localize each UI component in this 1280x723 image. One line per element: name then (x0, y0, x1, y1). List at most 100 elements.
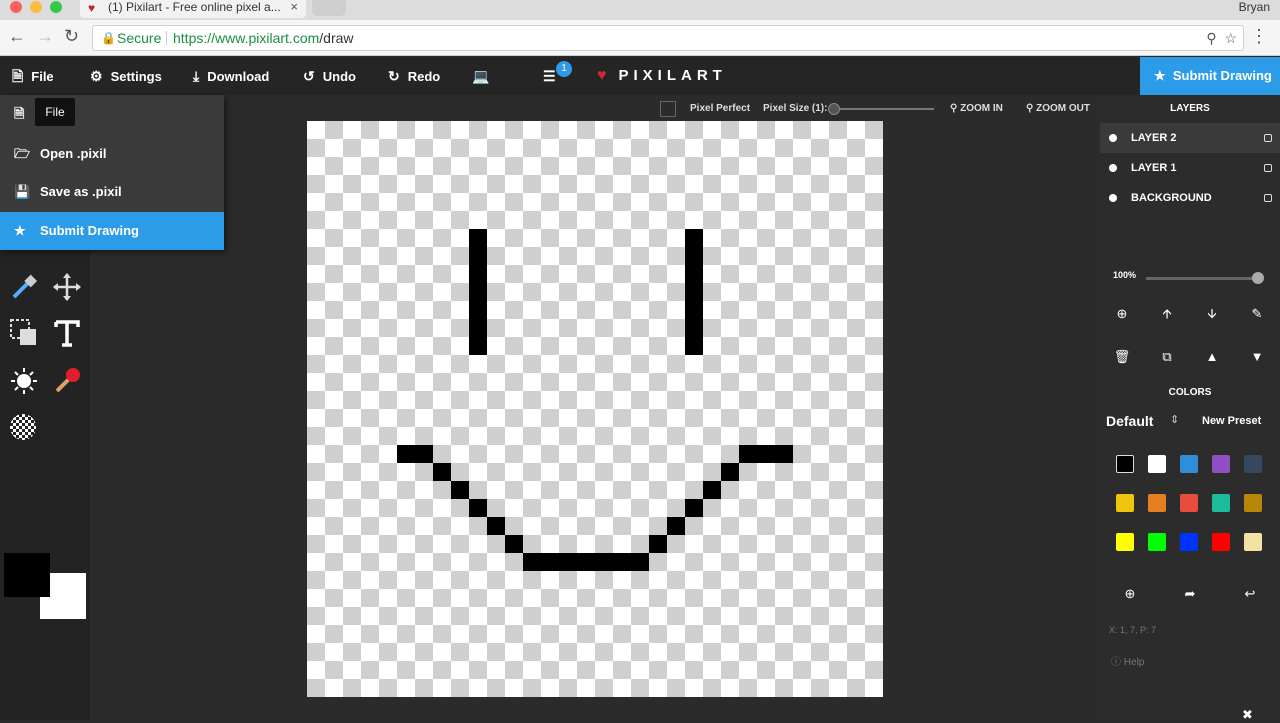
drawing-canvas[interactable] (307, 121, 883, 697)
duplicate-layer-icon[interactable]: ⧉ (1157, 347, 1177, 367)
new-preset-button[interactable]: New Preset (1202, 415, 1261, 427)
color-swatch[interactable] (1212, 494, 1230, 512)
reply-arrow-icon[interactable]: ↩ (1240, 584, 1260, 604)
layers-title: LAYERS (1170, 103, 1210, 114)
visibility-dot-icon[interactable] (1109, 134, 1117, 142)
layer-item[interactable]: LAYER 1 (1100, 153, 1280, 183)
merge-up-icon[interactable]: ▲ (1202, 347, 1222, 367)
submit-drawing-button[interactable]: ★ Submit Drawing (1140, 57, 1280, 95)
new-tab-button[interactable] (312, 0, 346, 16)
close-icon[interactable]: ✖ (1242, 707, 1253, 723)
move-icon[interactable] (51, 271, 83, 303)
layer-item[interactable]: BACKGROUND (1100, 183, 1280, 213)
zoom-in-icon: ⚲ (950, 103, 958, 114)
browser-menu-icon[interactable]: ⋮ (1250, 26, 1268, 47)
edit-layer-icon[interactable]: ✎ (1247, 304, 1267, 324)
color-swatch[interactable] (1180, 533, 1198, 551)
zoom-in-label: ZOOM IN (960, 103, 1003, 114)
move-layer-up-icon[interactable]: 🡩 (1157, 304, 1177, 324)
merge-down-icon[interactable]: ▼ (1247, 347, 1267, 367)
zoom-icon[interactable]: ⚲ (1206, 30, 1216, 46)
pixel-size-slider[interactable] (830, 108, 934, 110)
file-menu-button[interactable]: 🗎 File (12, 57, 54, 95)
color-swatch[interactable] (1148, 455, 1166, 473)
color-swatch[interactable] (1148, 533, 1166, 551)
tab-close-icon[interactable]: × (290, 0, 298, 14)
new-file-item[interactable]: 🗎 (0, 95, 224, 133)
minimize-window-button[interactable] (30, 1, 42, 13)
selection-icon[interactable] (8, 317, 40, 349)
pixel-mouth (451, 481, 469, 499)
url-input[interactable]: 🔒 Secure https://www.pixilart.com/draw ⚲… (92, 25, 1244, 51)
colors-title: COLORS (1168, 387, 1212, 398)
layer-checkbox[interactable] (1264, 164, 1272, 172)
help-link[interactable]: ⓘ Help (1111, 653, 1144, 668)
eyedropper-icon[interactable] (8, 271, 40, 303)
back-arrow-icon[interactable]: ← (8, 26, 26, 47)
redo-button[interactable]: ↻ Redo (388, 57, 440, 95)
move-layer-down-icon[interactable]: 🡫 (1202, 304, 1222, 324)
color-swatch[interactable] (1244, 533, 1262, 551)
color-swatch[interactable] (1212, 533, 1230, 551)
pixel-left-eye (469, 229, 487, 355)
bookmark-star-icon[interactable]: ☆ (1224, 30, 1237, 46)
color-swatch[interactable] (1244, 494, 1262, 512)
save-pixil-label: Save as .pixil (40, 184, 122, 199)
layer-checkbox[interactable] (1264, 194, 1272, 202)
maximize-window-button[interactable] (50, 1, 62, 13)
color-swatch[interactable] (1148, 494, 1166, 512)
redo-label: Redo (407, 69, 441, 84)
pixilart-logo[interactable]: ♥ PIXILART (597, 57, 727, 95)
browser-tab[interactable]: ♥ (1) Pixilart - Free online pixel a... … (80, 0, 306, 18)
download-button[interactable]: ⤓ Download (193, 57, 269, 95)
reload-icon[interactable]: ↻ (64, 26, 79, 47)
visibility-dot-icon[interactable] (1109, 194, 1117, 202)
undo-button[interactable]: ↺ Undo (303, 57, 356, 95)
share-palette-icon[interactable]: ➦ (1180, 584, 1200, 604)
save-pixil-item[interactable]: 💾 Save as .pixil (0, 173, 224, 211)
brush-red-icon[interactable] (51, 365, 83, 397)
open-pixil-item[interactable]: 🗁 Open .pixil (0, 135, 224, 173)
undo-icon: ↺ (303, 68, 315, 84)
settings-button[interactable]: ⚙ Settings (90, 57, 162, 95)
add-color-icon[interactable]: ⊕ (1120, 584, 1140, 604)
color-swatch[interactable] (1180, 494, 1198, 512)
layer-checkbox[interactable] (1264, 134, 1272, 142)
forward-arrow-icon[interactable]: → (36, 26, 54, 47)
color-swatch[interactable] (1212, 455, 1230, 473)
zoom-out-button[interactable]: ⚲ ZOOM OUT (1026, 97, 1090, 121)
add-layer-icon[interactable]: ⊕ (1112, 304, 1132, 324)
close-window-button[interactable] (10, 1, 22, 13)
zoom-in-button[interactable]: ⚲ ZOOM IN (950, 97, 1003, 121)
text-icon[interactable] (51, 317, 83, 349)
color-swatch[interactable] (1116, 455, 1134, 473)
pixel-size-slider-knob[interactable] (828, 103, 840, 115)
preset-updown-icon[interactable]: ⇕ (1170, 413, 1179, 426)
profile-name[interactable]: Bryan (1239, 0, 1270, 14)
layer-item[interactable]: LAYER 2 (1100, 123, 1280, 153)
color-swatch[interactable] (1116, 494, 1134, 512)
submit-drawing-item[interactable]: ★ Submit Drawing (0, 212, 224, 250)
omnibox-divider (166, 31, 167, 45)
color-swatch[interactable] (1116, 533, 1134, 551)
secure-label: Secure (117, 30, 162, 46)
visibility-dot-icon[interactable] (1109, 164, 1117, 172)
color-swatch[interactable] (1180, 455, 1198, 473)
primary-color-swatch[interactable] (4, 553, 50, 597)
pixel-perfect-checkbox[interactable] (660, 101, 676, 117)
pixel-mouth (721, 463, 739, 481)
url-text: https://www.pixilart.com/draw (173, 26, 354, 50)
opacity-slider[interactable] (1146, 277, 1258, 280)
delete-layer-icon[interactable]: 🗑 (1112, 347, 1132, 367)
preset-select[interactable]: Default (1106, 413, 1153, 429)
lighten-icon[interactable] (8, 365, 40, 397)
pixel-mouth (469, 499, 487, 517)
file-tooltip: File (35, 98, 75, 126)
cursor-coords: X: 1, 7, P: 7 (1109, 625, 1157, 635)
opacity-slider-knob[interactable] (1252, 272, 1264, 284)
color-swatch[interactable] (1244, 455, 1262, 473)
monitor-button[interactable]: 💻 (472, 57, 497, 95)
dither-icon[interactable] (7, 411, 39, 443)
pixel-mouth (505, 535, 523, 553)
zoom-out-label: ZOOM OUT (1036, 103, 1090, 114)
